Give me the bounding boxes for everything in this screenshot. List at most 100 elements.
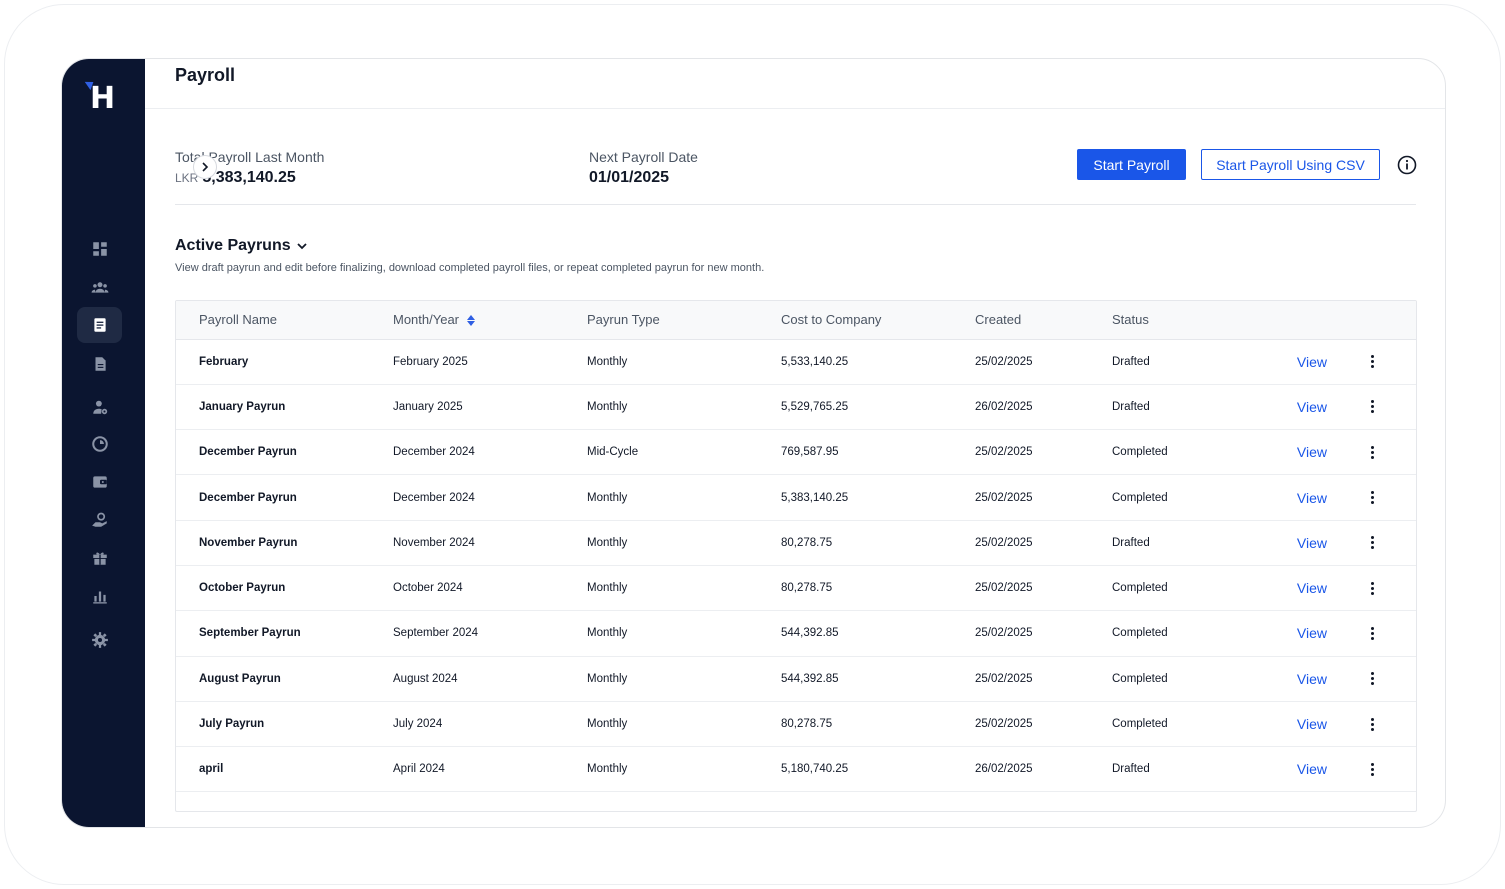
view-link[interactable]: View (1239, 339, 1327, 384)
sidebar-item-settings[interactable] (77, 622, 122, 658)
sidebar-item-people[interactable] (77, 269, 122, 305)
sort-icon[interactable] (467, 315, 476, 327)
view-link[interactable]: View (1239, 475, 1327, 520)
month-year-cell: February 2025 (393, 355, 468, 368)
logo[interactable]: H (84, 77, 121, 119)
status-cell: Completed (1112, 582, 1168, 595)
payroll-name-cell: February (199, 355, 249, 368)
row-menu-button[interactable] (1327, 701, 1416, 746)
table-row[interactable]: September Payrun September 2024 Monthly 544… (176, 611, 1416, 657)
column-header-label: Month/Year (393, 312, 460, 328)
cost-cell: 80,278.75 (781, 718, 833, 731)
status-cell: Completed (1112, 491, 1168, 504)
table-row[interactable]: August Payrun August 2024 Monthly 544,392.8… (176, 656, 1416, 702)
more-vertical-icon (1371, 762, 1374, 776)
payroll-name-cell: January Payrun (199, 400, 286, 413)
month-year-cell: July 2024 (393, 718, 443, 731)
row-menu-button[interactable] (1327, 475, 1416, 520)
row-menu-button[interactable] (1327, 384, 1416, 429)
sidebar-item-wallet[interactable] (77, 464, 122, 500)
column-header-empty (1327, 301, 1416, 339)
sidebar-item-time[interactable] (77, 426, 122, 462)
table-row[interactable]: November Payrun November 2024 Monthly 80,27… (176, 520, 1416, 566)
user-settings-icon (92, 400, 107, 415)
cost-cell: 5,180,740.25 (781, 763, 849, 776)
created-cell: 25/02/2025 (975, 491, 1033, 504)
month-year-cell: September 2024 (393, 627, 479, 640)
payrun-type-cell: Monthly (587, 491, 628, 504)
table-row[interactable]: april April 2024 Monthly 5,180,740.25 26/02/… (176, 747, 1416, 792)
more-vertical-icon (1371, 491, 1374, 505)
column-header-empty (1239, 301, 1327, 339)
table-row[interactable]: December Payrun December 2024 Mid-Cycle 769… (176, 430, 1416, 475)
sidebar-toggle-button[interactable] (193, 155, 217, 179)
column-header-month[interactable]: Month/Year (370, 301, 564, 339)
start-payroll-button[interactable]: Start Payroll (1077, 149, 1186, 180)
view-link[interactable]: View (1239, 565, 1327, 610)
cost-cell: 544,392.85 (781, 627, 839, 640)
section-title: Active Payruns (175, 237, 291, 254)
month-year-cell: November 2024 (393, 536, 475, 549)
month-year-cell: January 2025 (393, 400, 463, 413)
month-year-cell: August 2024 (393, 672, 458, 685)
active-payruns-toggle[interactable]: Active Payruns (175, 237, 309, 255)
payroll-name-cell: August Payrun (199, 672, 281, 685)
sidebar-item-payroll[interactable] (77, 307, 122, 343)
month-year-cell: April 2024 (393, 763, 445, 776)
table-row[interactable]: July Payrun July 2024 Monthly 80,278.75 25/0… (176, 701, 1416, 747)
payroll-icon (93, 318, 106, 332)
start-payroll-csv-button[interactable]: Start Payroll Using CSV (1201, 149, 1380, 180)
status-cell: Completed (1112, 627, 1168, 640)
gear-icon (91, 632, 108, 648)
next-payroll-block: Next Payroll Date 01/01/2025 (589, 149, 698, 187)
payroll-name-cell: September Payrun (199, 627, 301, 640)
status-cell: Drafted (1112, 763, 1150, 776)
more-vertical-icon (1371, 400, 1374, 414)
created-cell: 25/02/2025 (975, 355, 1033, 368)
more-vertical-icon (1371, 717, 1374, 731)
table-row[interactable]: December Payrun December 2024 Monthly 5,383… (176, 475, 1416, 521)
row-menu-button[interactable] (1327, 611, 1416, 656)
table-row[interactable]: October Payrun October 2024 Monthly 80,278.… (176, 565, 1416, 611)
info-icon[interactable] (1397, 155, 1417, 175)
created-cell: 25/02/2025 (975, 536, 1033, 549)
created-cell: 25/02/2025 (975, 582, 1033, 595)
row-menu-button[interactable] (1327, 747, 1416, 792)
more-vertical-icon (1371, 672, 1374, 686)
table-header: Payroll Name Month/Year Payrun Type Cost… (176, 301, 1416, 339)
sidebar-item-user-settings[interactable] (77, 389, 122, 425)
payroll-name-cell: December Payrun (199, 446, 297, 459)
view-link[interactable]: View (1239, 701, 1327, 746)
created-cell: 25/02/2025 (975, 672, 1033, 685)
cost-cell: 544,392.85 (781, 672, 839, 685)
payrun-type-cell: Monthly (587, 763, 628, 776)
row-menu-button[interactable] (1327, 339, 1416, 384)
payrun-type-cell: Monthly (587, 400, 628, 413)
table-row[interactable]: January Payrun January 2025 Monthly 5,529,7… (176, 384, 1416, 430)
month-year-cell: December 2024 (393, 446, 475, 459)
more-vertical-icon (1371, 445, 1374, 459)
payroll-name-cell: October Payrun (199, 582, 286, 595)
section-description: View draft payrun and edit before finali… (175, 262, 765, 274)
row-menu-button[interactable] (1327, 656, 1416, 701)
sidebar-item-expenses[interactable] (77, 502, 122, 538)
table-row[interactable]: February February 2025 Monthly 5,533,140.25… (176, 339, 1416, 385)
status-cell: Completed (1112, 718, 1168, 731)
column-header: Status (1112, 312, 1149, 328)
view-link[interactable]: View (1239, 520, 1327, 565)
view-link[interactable]: View (1239, 430, 1327, 475)
view-link[interactable]: View (1239, 747, 1327, 792)
sidebar-item-reports[interactable] (77, 578, 122, 614)
payroll-name-cell: July Payrun (199, 718, 265, 731)
view-link[interactable]: View (1239, 611, 1327, 656)
row-menu-button[interactable] (1327, 520, 1416, 565)
payroll-name-cell: November Payrun (199, 536, 298, 549)
sidebar-item-dashboard[interactable] (77, 231, 122, 267)
view-link[interactable]: View (1239, 656, 1327, 701)
row-menu-button[interactable] (1327, 565, 1416, 610)
view-link[interactable]: View (1239, 384, 1327, 429)
row-menu-button[interactable] (1327, 430, 1416, 475)
sidebar-item-documents[interactable] (77, 346, 122, 382)
sidebar-item-benefits[interactable] (77, 540, 122, 576)
payroll-name-cell: December Payrun (199, 491, 297, 504)
